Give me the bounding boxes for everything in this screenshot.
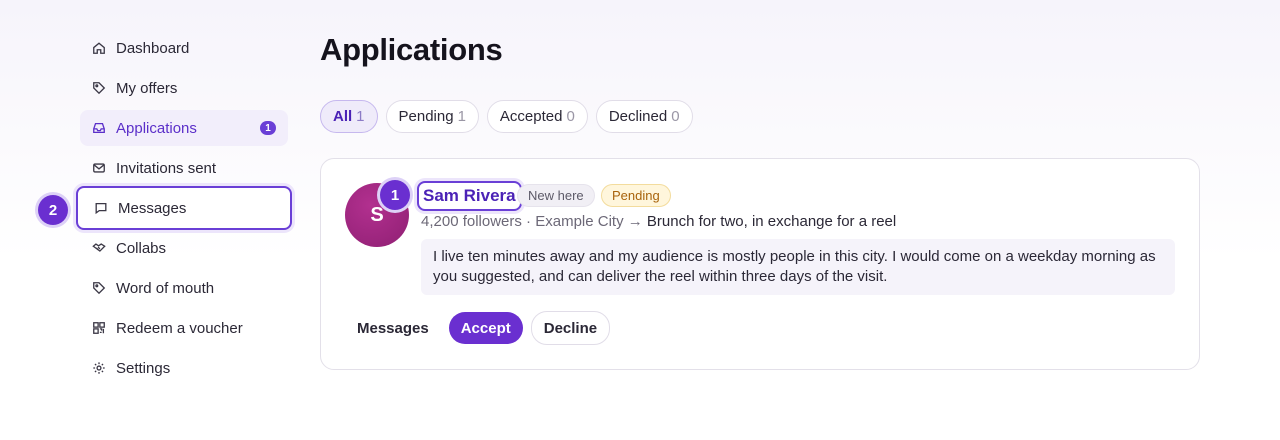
- chat-icon: [94, 201, 108, 215]
- application-actions: Messages Accept Decline: [345, 311, 611, 345]
- sidebar-item-settings[interactable]: Settings: [80, 350, 288, 386]
- page-title: Applications: [320, 32, 503, 67]
- tab-count: 1: [457, 108, 466, 125]
- tab-declined[interactable]: Declined 0: [595, 100, 693, 133]
- accept-button[interactable]: Accept: [448, 312, 523, 344]
- tab-label: All: [333, 108, 353, 125]
- inbox-icon: [92, 121, 106, 135]
- tab-count: 1: [356, 108, 365, 125]
- tab-count: 0: [671, 108, 680, 125]
- tab-label: Pending: [398, 108, 454, 125]
- sidebar-item-label: Word of mouth: [116, 279, 215, 297]
- tag-icon: [92, 281, 106, 295]
- decline-button[interactable]: Decline: [530, 311, 611, 345]
- mail-icon: [92, 161, 106, 175]
- tab-accepted[interactable]: Accepted 0: [486, 100, 588, 133]
- sidebar-item-label: Messages: [118, 199, 187, 217]
- sidebar-item-label: Redeem a voucher: [116, 319, 243, 337]
- applications-count-badge: 1: [260, 121, 276, 135]
- tab-all[interactable]: All 1: [320, 100, 378, 133]
- handshake-icon: [92, 241, 106, 255]
- tab-count: 0: [566, 108, 575, 125]
- applicant-name-link[interactable]: Sam Rivera: [417, 181, 522, 211]
- sidebar-item-label: My offers: [116, 79, 178, 97]
- step-marker-2: 2: [38, 195, 68, 225]
- tab-label: Declined: [608, 108, 668, 125]
- tag-icon: [92, 81, 106, 95]
- sidebar-item-collabs[interactable]: Collabs: [80, 230, 288, 266]
- sidebar-item-dashboard[interactable]: Dashboard: [80, 30, 288, 66]
- qr-code-icon: [92, 321, 106, 335]
- home-icon: [92, 41, 106, 55]
- sidebar-item-messages[interactable]: Messages: [76, 186, 292, 230]
- sidebar-item-label: Collabs: [116, 239, 167, 257]
- offer-title: Brunch for two, in exchange for a reel: [646, 213, 897, 230]
- gear-icon: [92, 361, 106, 375]
- messages-button[interactable]: Messages: [345, 312, 441, 344]
- application-card: S Sam Rivera New here Pending 4,200 foll…: [320, 158, 1200, 370]
- sidebar-item-my-offers[interactable]: My offers: [80, 70, 288, 106]
- status-filter-tabs: All 1 Pending 1 Accepted 0 Declined 0: [320, 100, 693, 133]
- sidebar-item-redeem-voucher[interactable]: Redeem a voucher: [80, 310, 288, 346]
- sidebar-item-label: Invitations sent: [116, 159, 217, 177]
- sidebar-item-applications[interactable]: Applications 1: [80, 110, 288, 146]
- sidebar-item-invitations-sent[interactable]: Invitations sent: [80, 150, 288, 186]
- followers-location: 4,200 followers · Example City →: [421, 213, 643, 230]
- tab-pending[interactable]: Pending 1: [385, 100, 479, 133]
- application-message: I live ten minutes away and my audience …: [421, 239, 1175, 295]
- sidebar-item-word-of-mouth[interactable]: Word of mouth: [80, 270, 288, 306]
- tab-label: Accepted: [499, 108, 563, 125]
- sidebar-item-label: Dashboard: [116, 39, 190, 57]
- status-badge: Pending: [601, 184, 671, 207]
- new-here-badge: New here: [517, 184, 595, 207]
- sidebar-nav: Dashboard My offers Applications 1 Invit…: [76, 30, 292, 390]
- applicant-meta: 4,200 followers · Example City → Brunch …: [421, 213, 896, 230]
- step-marker-1: 1: [380, 180, 410, 210]
- sidebar-item-label: Settings: [116, 359, 171, 377]
- sidebar-item-label: Applications: [116, 119, 197, 137]
